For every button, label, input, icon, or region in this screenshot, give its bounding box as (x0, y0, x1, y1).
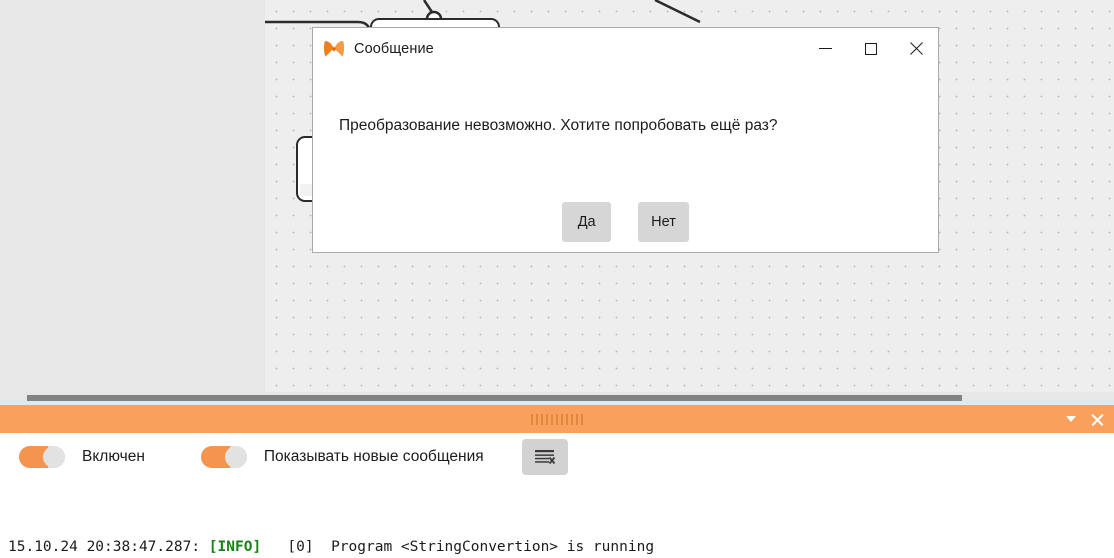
show-new-messages-label: Показывать новые сообщения (263, 448, 484, 465)
close-panel-button[interactable] (1084, 405, 1110, 433)
close-button[interactable] (893, 28, 938, 69)
window-controls (803, 28, 938, 69)
butterfly-app-icon (323, 40, 345, 57)
app-root: Сообщение Преобразование невозможно. Хот… (0, 0, 1114, 558)
clear-log-button[interactable] (521, 439, 568, 475)
log-panel: Включен Показывать новые сообщения 15.10… (0, 405, 1114, 558)
log-toolbar: Включен Показывать новые сообщения (0, 433, 1114, 481)
minimize-button[interactable] (803, 28, 848, 69)
dialog-button-row: Да Нет (313, 202, 938, 242)
log-message: Program <StringConvertion> is running (331, 539, 655, 555)
dialog-message: Преобразование невозможно. Хотите попроб… (339, 117, 778, 134)
no-button[interactable]: Нет (638, 202, 689, 242)
log-panel-header[interactable] (0, 405, 1114, 433)
close-icon (909, 42, 923, 56)
maximize-button[interactable] (848, 28, 893, 69)
log-entry: 15.10.24 20:38:47.287: [INFO] [0] Progra… (8, 534, 1114, 558)
log-thread: [0] (287, 539, 314, 555)
drag-handle[interactable] (531, 413, 583, 425)
message-dialog: Сообщение Преобразование невозможно. Хот… (312, 27, 939, 253)
toggle-knob (43, 446, 65, 468)
log-output[interactable]: 15.10.24 20:38:47.287: [INFO] [0] Progra… (0, 481, 1114, 558)
log-header-controls (1058, 405, 1110, 433)
close-icon (1091, 413, 1104, 426)
show-new-messages-toggle[interactable] (200, 446, 247, 468)
maximize-icon (864, 42, 877, 55)
yes-button[interactable]: Да (562, 202, 612, 242)
minimize-icon (819, 48, 832, 49)
dialog-titlebar[interactable]: Сообщение (313, 28, 938, 69)
dialog-title: Сообщение (354, 40, 434, 57)
log-timestamp: 15.10.24 20:38:47.287: (8, 539, 201, 555)
toggle-knob (224, 446, 247, 468)
enabled-toggle-label: Включен (82, 448, 145, 465)
chevron-down-icon (1066, 416, 1076, 422)
collapse-panel-button[interactable] (1058, 405, 1084, 433)
clear-log-icon (534, 450, 555, 465)
horizontal-scrollbar-thumb[interactable] (27, 395, 962, 401)
log-level: [INFO] (208, 539, 262, 555)
enabled-toggle[interactable] (19, 446, 65, 468)
